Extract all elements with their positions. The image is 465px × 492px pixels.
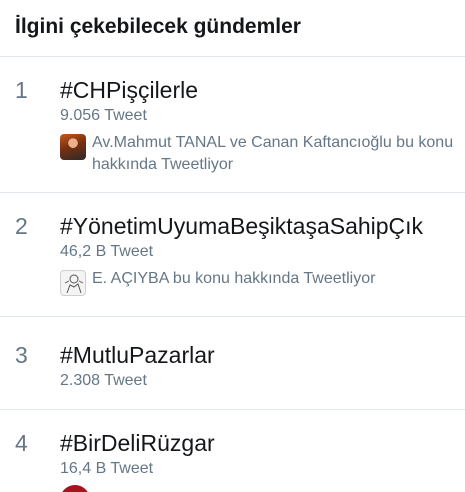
trend-rank: 4 bbox=[15, 430, 28, 456]
trend-rank: 2 bbox=[15, 213, 28, 239]
trend-hashtag[interactable]: #YönetimUyumaBeşiktaşaSahipÇık bbox=[60, 212, 455, 240]
trend-context-text: E. AÇIYBA bu konu hakkında Tweetliyor bbox=[92, 270, 376, 287]
trend-body: #MutluPazarlar 2.308 Tweet bbox=[60, 341, 455, 391]
user-photo-avatar bbox=[60, 134, 86, 160]
trend-context: Av.Mahmut TANAL ve Canan Kaftancıoğlu bu… bbox=[60, 132, 455, 176]
tweet-count: 46,2 B Tweet bbox=[60, 243, 154, 260]
page-title: İlgini çekebilecek gündemler bbox=[15, 15, 301, 38]
sketch-figure-icon bbox=[64, 274, 84, 294]
user-red-avatar bbox=[60, 485, 90, 492]
trend-hashtag[interactable]: #MutluPazarlar bbox=[60, 341, 455, 369]
trend-body: #BirDeliRüzgar 16,4 B Tweet bbox=[60, 429, 455, 492]
trend-item-3[interactable]: 3 #MutluPazarlar 2.308 Tweet bbox=[0, 317, 465, 410]
tweet-count: 16,4 B Tweet bbox=[60, 460, 154, 477]
tweet-count: 2.308 Tweet bbox=[60, 372, 147, 389]
trend-context: E. AÇIYBA bu konu hakkında Tweetliyor bbox=[60, 268, 455, 296]
trend-body: #CHPişçilerle 9.056 Tweet Av.Mahmut TANA… bbox=[60, 76, 455, 176]
trend-body: #YönetimUyumaBeşiktaşaSahipÇık 46,2 B Tw… bbox=[60, 212, 455, 296]
trend-item-1[interactable]: 1 #CHPişçilerle 9.056 Tweet Av.Mahmut TA… bbox=[0, 57, 465, 193]
trend-item-2[interactable]: 2 #YönetimUyumaBeşiktaşaSahipÇık 46,2 B … bbox=[0, 193, 465, 317]
trend-rank: 3 bbox=[15, 342, 28, 368]
trend-hashtag[interactable]: #CHPişçilerle bbox=[60, 76, 455, 104]
trend-context-text: Av.Mahmut TANAL ve Canan Kaftancıoğlu bu… bbox=[92, 134, 454, 173]
trend-rank: 1 bbox=[15, 77, 28, 103]
trends-panel: İlgini çekebilecek gündemler 1 #CHPişçil… bbox=[0, 0, 465, 492]
trends-header: İlgini çekebilecek gündemler bbox=[0, 0, 465, 57]
user-sketch-avatar bbox=[60, 270, 86, 296]
trend-context bbox=[60, 485, 455, 492]
tweet-count: 9.056 Tweet bbox=[60, 107, 147, 124]
trend-item-4[interactable]: 4 #BirDeliRüzgar 16,4 B Tweet bbox=[0, 410, 465, 492]
trend-hashtag[interactable]: #BirDeliRüzgar bbox=[60, 429, 455, 457]
